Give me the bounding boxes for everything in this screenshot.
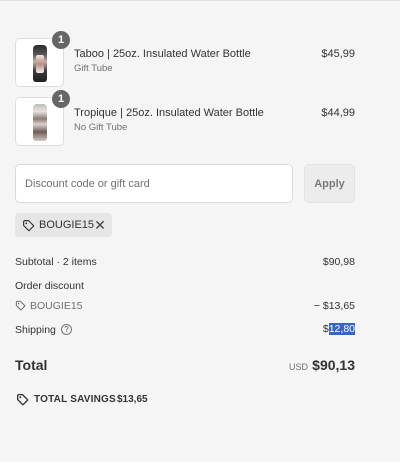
total-value: $90,13 [312, 357, 355, 373]
bottle-image [33, 45, 47, 82]
applied-discount-chip: BOUGIE15 ✕ [15, 213, 112, 237]
subtotal-value: $90,98 [322, 256, 355, 268]
apply-discount-button[interactable]: Apply [304, 164, 355, 203]
discount-code-label: BOUGIE15 [39, 219, 95, 231]
shipping-label: Shipping [15, 324, 56, 336]
remove-discount-close-icon[interactable]: ✕ [93, 217, 107, 233]
product-variant: Gift Tube [74, 63, 113, 74]
product-price: $45,99 [321, 48, 355, 60]
shipping-amount-selected: 12,80 [328, 323, 355, 335]
total-savings-label: TOTAL SAVINGS [34, 394, 116, 405]
shipping-currency-symbol: $ [322, 323, 329, 335]
top-divider [0, 0, 400, 2]
total-savings-value: $13,65 [117, 394, 148, 405]
quantity-badge: 1 [52, 31, 70, 49]
discount-code-summary-label: BOUGIE15 [30, 300, 83, 312]
line-item-tropique: 1 Tropique | 25oz. Insulated Water Bottl… [15, 90, 355, 147]
tag-icon [23, 220, 35, 232]
bottle-image [33, 104, 47, 141]
total-currency: USD [289, 362, 309, 372]
shipping-value: $12,80 [323, 323, 355, 335]
subtotal-label: Subtotal · 2 items [15, 256, 97, 268]
tag-icon [15, 300, 26, 311]
discount-code-input[interactable] [15, 164, 293, 203]
discount-amount: − $13,65 [313, 300, 355, 312]
quantity-badge: 1 [52, 90, 70, 108]
help-icon[interactable]: ? [61, 324, 72, 335]
product-name: Tropique | 25oz. Insulated Water Bottle [74, 107, 264, 119]
line-item-taboo: 1 Taboo | 25oz. Insulated Water Bottle G… [15, 31, 355, 88]
product-variant: No Gift Tube [74, 122, 128, 133]
order-discount-label: Order discount [15, 280, 84, 292]
product-name: Taboo | 25oz. Insulated Water Bottle [74, 48, 251, 60]
total-label: Total [15, 357, 48, 373]
savings-tag-icon [16, 393, 29, 406]
product-price: $44,99 [321, 107, 355, 119]
